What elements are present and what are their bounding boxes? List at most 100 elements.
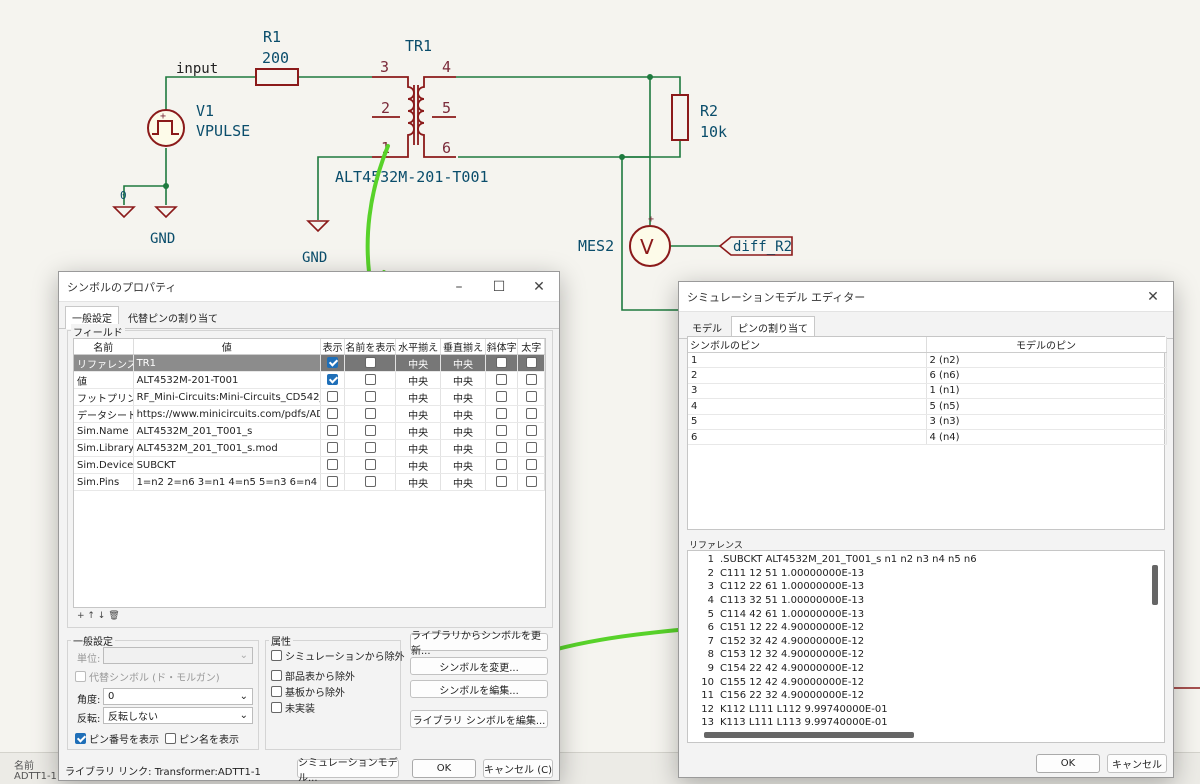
italic-checkbox[interactable]	[496, 459, 508, 471]
pin-row[interactable]: 45 (n5)	[688, 398, 1167, 415]
field-v-align[interactable]: 中央	[440, 354, 486, 372]
field-h-align[interactable]: 中央	[395, 422, 442, 440]
field-v-align[interactable]: 中央	[440, 439, 486, 457]
bold-checkbox[interactable]	[525, 391, 537, 403]
field-value[interactable]: https://www.minicircuits.com/pdfs/ADT	[133, 405, 321, 423]
bold-checkbox[interactable]	[525, 408, 537, 420]
simulation-model-button[interactable]: シミュレーションモデル...	[297, 758, 399, 784]
show-pin-names-checkbox[interactable]	[165, 733, 176, 744]
col-model-pin[interactable]: モデルのピン	[926, 337, 1167, 353]
bold-checkbox[interactable]	[525, 425, 537, 437]
field-h-align[interactable]: 中央	[395, 388, 442, 406]
field-show-cell[interactable]	[320, 473, 346, 491]
col-bold[interactable]: 太字	[517, 339, 545, 355]
symbol-pin-cell[interactable]: 2	[688, 367, 927, 384]
field-v-align[interactable]: 中央	[440, 456, 486, 474]
field-show-cell[interactable]	[320, 354, 346, 372]
italic-checkbox[interactable]	[496, 374, 508, 386]
bold-checkbox[interactable]	[525, 374, 537, 386]
exclude-bom-checkbox[interactable]	[271, 670, 282, 681]
bold-checkbox[interactable]	[525, 476, 537, 488]
col-show-name[interactable]: 名前を表示	[344, 339, 397, 355]
close-icon[interactable]: ✕	[519, 272, 559, 302]
field-v-align[interactable]: 中央	[440, 473, 486, 491]
pin-row[interactable]: 31 (n1)	[688, 383, 1167, 400]
exclude-board-checkbox[interactable]	[271, 686, 282, 697]
unit-select[interactable]: ⌄	[103, 647, 253, 664]
attr-dnp-row[interactable]: 未実装	[271, 700, 315, 715]
mirror-select[interactable]: 反転しない ⌄	[103, 707, 253, 724]
field-row[interactable]: Sim.Library ALT4532M_201_T001_s.mod 中央 中央	[74, 439, 545, 457]
italic-checkbox[interactable]	[496, 442, 508, 454]
grid-tools[interactable]: + ↑ ↓ 🗑	[77, 611, 120, 621]
show-name-checkbox[interactable]	[364, 374, 376, 386]
dnp-checkbox[interactable]	[271, 702, 282, 713]
italic-checkbox[interactable]	[496, 391, 508, 403]
col-v-align[interactable]: 垂直揃え	[440, 339, 486, 355]
bold-checkbox[interactable]	[525, 442, 537, 454]
alt-symbol-row[interactable]: 代替シンボル (ド・モルガン)	[75, 669, 220, 684]
show-name-checkbox[interactable]	[364, 425, 376, 437]
field-show-name-cell[interactable]	[344, 439, 397, 457]
field-bold-cell[interactable]	[517, 405, 545, 423]
field-show-name-cell[interactable]	[344, 473, 397, 491]
model-pin-cell[interactable]: 4 (n4)	[926, 429, 1167, 446]
italic-checkbox[interactable]	[496, 476, 508, 488]
field-bold-cell[interactable]	[517, 354, 545, 372]
col-symbol-pin[interactable]: シンボルのピン	[688, 337, 927, 353]
reference-code-view[interactable]: 1 .SUBCKT ALT4532M_201_T001_s n1 n2 n3 n4…	[687, 550, 1165, 743]
field-v-align[interactable]: 中央	[440, 388, 486, 406]
show-checkbox[interactable]	[327, 476, 339, 488]
r1-symbol[interactable]	[255, 68, 299, 86]
show-name-checkbox[interactable]	[364, 391, 376, 403]
pin-row[interactable]: 64 (n4)	[688, 429, 1167, 446]
field-show-cell[interactable]	[320, 422, 346, 440]
show-checkbox[interactable]	[327, 374, 339, 386]
symbol-pin-cell[interactable]: 3	[688, 383, 927, 400]
field-name[interactable]: Sim.Device	[74, 456, 134, 474]
symbol-pin-cell[interactable]: 5	[688, 414, 927, 430]
field-name[interactable]: Sim.Pins	[74, 473, 134, 491]
model-pin-cell[interactable]: 3 (n3)	[926, 414, 1167, 430]
field-show-name-cell[interactable]	[344, 371, 397, 389]
field-v-align[interactable]: 中央	[440, 405, 486, 423]
minimize-icon[interactable]: –	[439, 272, 479, 302]
col-italic[interactable]: 斜体字	[485, 339, 519, 355]
field-row[interactable]: Sim.Name ALT4532M_201_T001_s 中央 中央	[74, 422, 545, 440]
field-bold-cell[interactable]	[517, 422, 545, 440]
field-h-align[interactable]: 中央	[395, 439, 442, 457]
field-value[interactable]: 1=n2 2=n6 3=n1 4=n5 5=n3 6=n4	[133, 473, 321, 491]
r2-symbol[interactable]	[671, 94, 689, 141]
col-name[interactable]: 名前	[74, 339, 134, 355]
field-value[interactable]: SUBCKT	[133, 456, 321, 474]
field-italic-cell[interactable]	[485, 473, 519, 491]
show-checkbox[interactable]	[327, 357, 339, 369]
attr-exclude-sim-row[interactable]: シミュレーションから除外	[271, 648, 405, 663]
show-name-checkbox[interactable]	[364, 357, 376, 369]
horizontal-scrollbar-thumb[interactable]	[704, 732, 914, 738]
pin-row[interactable]: 26 (n6)	[688, 367, 1167, 384]
field-row[interactable]: Sim.Device SUBCKT 中央 中央	[74, 456, 545, 474]
field-value[interactable]: ALT4532M-201-T001	[133, 371, 321, 389]
field-name[interactable]: データシート	[74, 405, 134, 423]
exclude-sim-checkbox[interactable]	[271, 650, 282, 661]
col-h-align[interactable]: 水平揃え	[395, 339, 442, 355]
italic-checkbox[interactable]	[496, 408, 508, 420]
angle-select[interactable]: 0 ⌄	[103, 688, 253, 705]
show-checkbox[interactable]	[327, 442, 339, 454]
italic-checkbox[interactable]	[496, 357, 508, 369]
field-show-cell[interactable]	[320, 388, 346, 406]
show-pin-numbers-checkbox[interactable]	[75, 733, 86, 744]
field-value[interactable]: ALT4532M_201_T001_s.mod	[133, 439, 321, 457]
show-checkbox[interactable]	[327, 425, 339, 437]
show-checkbox[interactable]	[327, 459, 339, 471]
field-value[interactable]: TR1	[133, 354, 321, 372]
tab-model[interactable]: モデル	[685, 316, 729, 338]
field-h-align[interactable]: 中央	[395, 473, 442, 491]
field-bold-cell[interactable]	[517, 371, 545, 389]
pin-row[interactable]: 53 (n3)	[688, 414, 1167, 430]
fields-grid[interactable]: 名前 値 表示 名前を表示 水平揃え 垂直揃え 斜体字 太字 リファレンス TR1…	[73, 338, 546, 608]
field-h-align[interactable]: 中央	[395, 354, 442, 372]
symbol-pin-cell[interactable]: 6	[688, 429, 927, 446]
cancel-button[interactable]: キャンセル (C)	[483, 759, 553, 778]
